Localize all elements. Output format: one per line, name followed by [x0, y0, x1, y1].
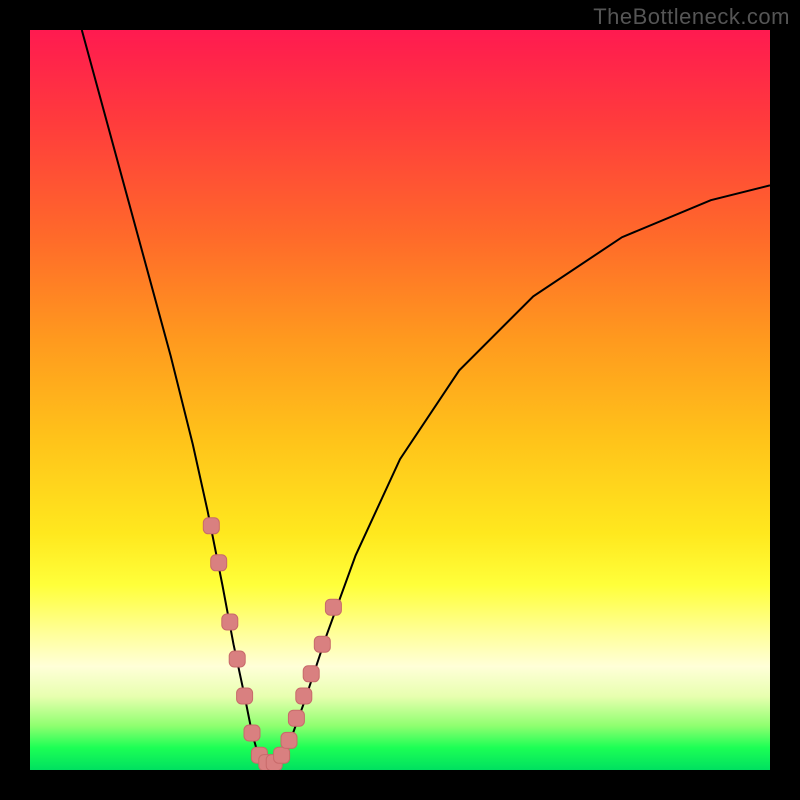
plot-area — [30, 30, 770, 770]
marker-point — [303, 666, 319, 682]
marker-point — [314, 636, 330, 652]
marker-point — [274, 747, 290, 763]
marker-point — [296, 688, 312, 704]
marker-point — [237, 688, 253, 704]
marker-point — [211, 555, 227, 571]
marker-point — [203, 518, 219, 534]
marker-point — [325, 599, 341, 615]
highlight-markers — [30, 30, 770, 770]
marker-point — [281, 732, 297, 748]
marker-point — [222, 614, 238, 630]
watermark-text: TheBottleneck.com — [593, 4, 790, 30]
marker-point — [288, 710, 304, 726]
marker-point — [229, 651, 245, 667]
marker-group — [203, 518, 341, 770]
marker-point — [244, 725, 260, 741]
chart-frame: TheBottleneck.com — [0, 0, 800, 800]
